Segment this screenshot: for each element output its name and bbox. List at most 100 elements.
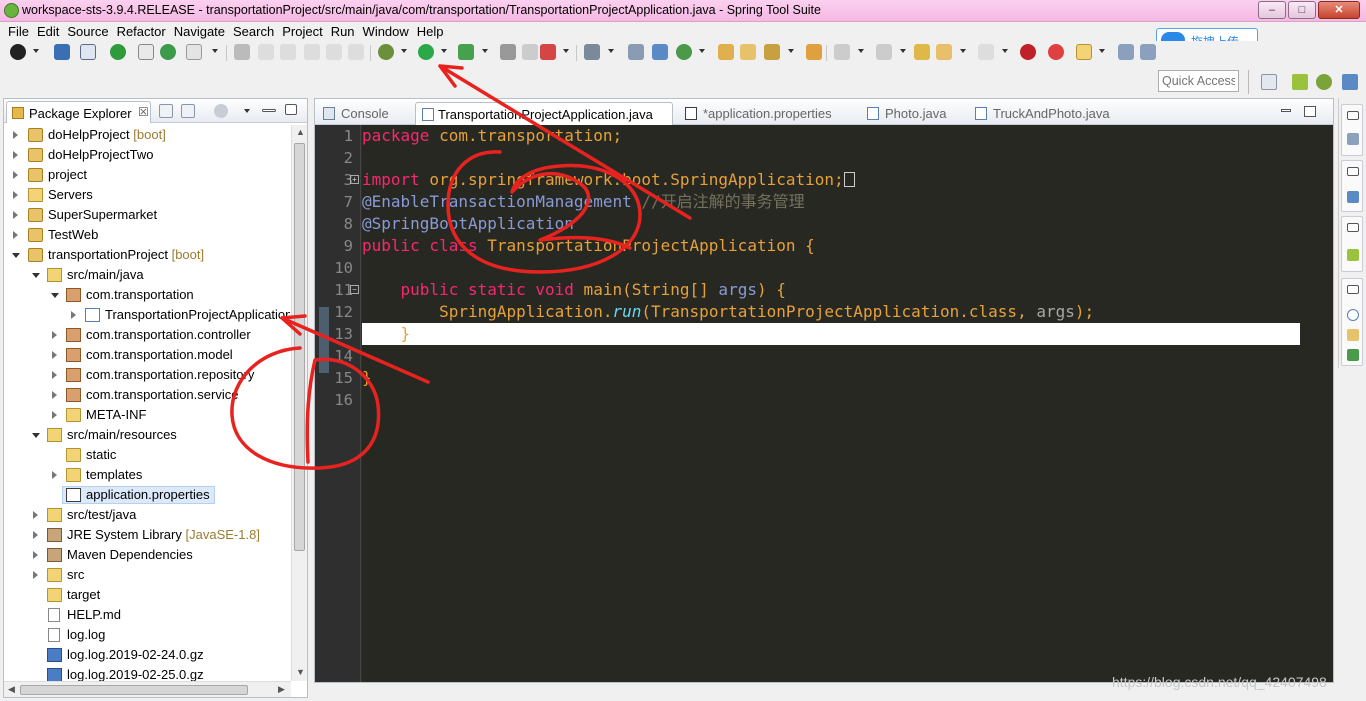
- tree-item[interactable]: application.properties: [4, 485, 290, 505]
- tree-item[interactable]: com.transportation.controller: [4, 325, 290, 345]
- expand-icon[interactable]: [52, 391, 57, 399]
- tree-item[interactable]: src/main/resources: [4, 425, 290, 445]
- chevron-down-icon[interactable]: [900, 49, 906, 53]
- external-tools-icon[interactable]: [540, 44, 556, 60]
- expand-icon[interactable]: [52, 351, 57, 359]
- tree-item[interactable]: JRE System Library [JavaSE-1.8]: [4, 525, 290, 545]
- forward-icon[interactable]: [978, 44, 994, 60]
- scrollbar-thumb[interactable]: [294, 143, 305, 551]
- menu-file[interactable]: File: [6, 22, 35, 41]
- chevron-down-icon[interactable]: [608, 49, 614, 53]
- back-icon[interactable]: [936, 44, 952, 60]
- tree-item[interactable]: Maven Dependencies: [4, 545, 290, 565]
- expand-icon[interactable]: [52, 411, 57, 419]
- vertical-scrollbar[interactable]: ▲ ▼: [291, 125, 307, 681]
- spring-icon[interactable]: [1020, 44, 1036, 60]
- new-window-icon[interactable]: [1076, 44, 1092, 60]
- expand-icon[interactable]: [33, 531, 38, 539]
- tree-item[interactable]: project: [4, 165, 290, 185]
- tree-item[interactable]: TestWeb: [4, 225, 290, 245]
- scrollbar-thumb[interactable]: [20, 685, 248, 695]
- code-line[interactable]: public class TransportationProjectApplic…: [362, 235, 1300, 257]
- toggle-view-icon[interactable]: [138, 44, 154, 60]
- edit-icon[interactable]: [258, 44, 274, 60]
- tree-item[interactable]: Servers: [4, 185, 290, 205]
- expand-icon[interactable]: [52, 331, 57, 339]
- chevron-down-icon[interactable]: [699, 49, 705, 53]
- tree-item[interactable]: src/main/java: [4, 265, 290, 285]
- code-line[interactable]: package com.transportation;: [362, 125, 1300, 147]
- list-icon[interactable]: [326, 44, 342, 60]
- refresh-icon[interactable]: [160, 44, 176, 60]
- filters-icon[interactable]: [214, 104, 228, 118]
- spring-boot-dashboard-icon[interactable]: [110, 44, 126, 60]
- search-icon[interactable]: [764, 44, 780, 60]
- spring-explorer-icon[interactable]: [1347, 249, 1359, 261]
- javadoc-icon[interactable]: [1347, 309, 1359, 321]
- minimize-button[interactable]: –: [1258, 1, 1286, 19]
- tree-item[interactable]: log.log.2019-02-24.0.gz: [4, 645, 290, 665]
- tab-application-properties[interactable]: *application.properties: [685, 102, 855, 125]
- tree-item[interactable]: log.log: [4, 625, 290, 645]
- expand-icon[interactable]: [13, 151, 18, 159]
- restore-icon[interactable]: [1347, 285, 1359, 294]
- tree-item[interactable]: src/test/java: [4, 505, 290, 525]
- block-icon[interactable]: [304, 44, 320, 60]
- link-with-editor-icon[interactable]: [181, 104, 195, 118]
- minimize-view-icon[interactable]: [1281, 109, 1291, 112]
- tree-item[interactable]: target: [4, 585, 290, 605]
- menu-window[interactable]: Window: [361, 22, 415, 41]
- save-all-icon[interactable]: [1118, 44, 1134, 60]
- pin-icon[interactable]: [234, 44, 250, 60]
- expand-icon[interactable]: [33, 571, 38, 579]
- view-menu-icon[interactable]: [244, 109, 250, 113]
- chevron-down-icon[interactable]: [212, 49, 218, 53]
- new-icon[interactable]: [10, 44, 26, 60]
- tree-item[interactable]: com.transportation.model: [4, 345, 290, 365]
- next-annotation-icon[interactable]: [834, 44, 850, 60]
- code-line[interactable]: public static void main(String[] args) {: [362, 279, 1300, 301]
- expand-icon[interactable]: [13, 211, 18, 219]
- new-class-icon[interactable]: [628, 44, 644, 60]
- tree-item[interactable]: com.transportation.repository: [4, 365, 290, 385]
- coverage-icon[interactable]: [458, 44, 474, 60]
- chevron-down-icon[interactable]: [858, 49, 864, 53]
- open-folder-icon[interactable]: [740, 44, 756, 60]
- scroll-up-icon[interactable]: ▲: [296, 127, 305, 137]
- code-line[interactable]: import org.springframework.boot.SpringAp…: [362, 169, 1300, 191]
- tab-truck-and-photo[interactable]: TruckAndPhoto.java: [975, 102, 1115, 125]
- outline-icon[interactable]: [1347, 133, 1359, 145]
- tree-item[interactable]: src: [4, 565, 290, 585]
- close-icon[interactable]: ☒: [138, 105, 149, 119]
- chevron-down-icon[interactable]: [788, 49, 794, 53]
- debug-perspective-icon[interactable]: [1316, 74, 1332, 90]
- tab-transportation-project-application[interactable]: TransportationProjectApplication.java: [415, 102, 673, 125]
- task-icon[interactable]: [806, 44, 822, 60]
- menu-navigate[interactable]: Navigate: [172, 22, 231, 41]
- hierarchy-icon[interactable]: [1347, 191, 1359, 203]
- open-perspective-icon[interactable]: [1261, 74, 1277, 90]
- scroll-left-icon[interactable]: ◀: [8, 684, 15, 695]
- chevron-down-icon[interactable]: [401, 49, 407, 53]
- chevron-down-icon[interactable]: [33, 49, 39, 53]
- menu-refactor[interactable]: Refactor: [115, 22, 172, 41]
- collapse-icon[interactable]: [32, 273, 40, 278]
- maximize-view-icon[interactable]: [1304, 106, 1316, 117]
- tree-item[interactable]: doHelpProject [boot]: [4, 125, 290, 145]
- last-edit-icon[interactable]: [914, 44, 930, 60]
- tree-item[interactable]: templates: [4, 465, 290, 485]
- chevron-down-icon[interactable]: [482, 49, 488, 53]
- chevron-down-icon[interactable]: [441, 49, 447, 53]
- tree-item[interactable]: static: [4, 445, 290, 465]
- quick-access-input[interactable]: [1158, 70, 1239, 92]
- maximize-button[interactable]: □: [1288, 1, 1316, 19]
- overview-ruler[interactable]: [1300, 125, 1333, 682]
- expand-icon[interactable]: [13, 171, 18, 179]
- tree-item[interactable]: log.log.2019-02-25.0.gz: [4, 665, 290, 681]
- tab-console[interactable]: Console: [323, 102, 413, 125]
- menu-help[interactable]: Help: [415, 22, 450, 41]
- tree-item[interactable]: doHelpProjectTwo: [4, 145, 290, 165]
- code-line[interactable]: @EnableTransactionManagement //开启注解的事务管理: [362, 191, 1300, 213]
- code-line[interactable]: }: [362, 367, 1300, 389]
- java-perspective-icon[interactable]: [1342, 74, 1358, 90]
